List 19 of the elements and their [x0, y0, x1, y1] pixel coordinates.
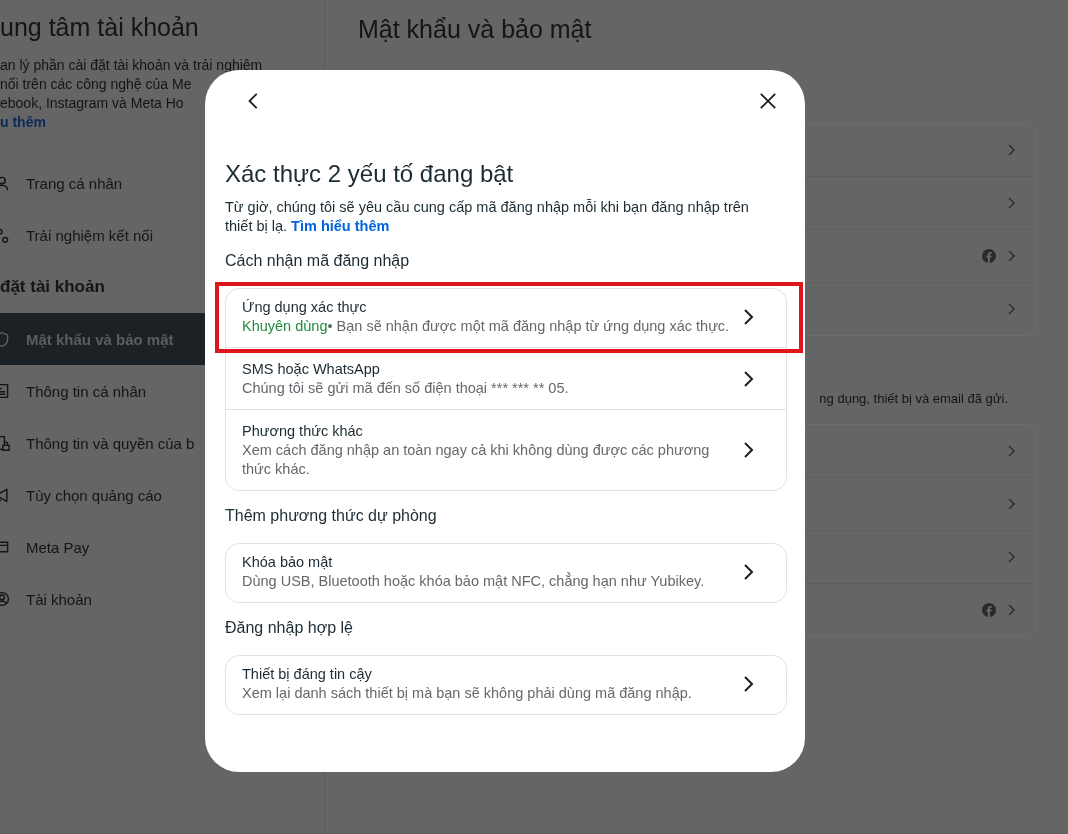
section-header: đặt tài khoản [0, 276, 105, 298]
section-heading: Cách nhận mã đăng nhập [225, 251, 411, 271]
option-description: Xem cách đăng nhập an toàn ngay cả khi không dùng được các phương thức khác. [242, 441, 711, 479]
caption-text: ng dụng, thiết bị và email đã gửi. [818, 390, 1009, 408]
description-line: an lý phần cài đặt tài khoản và trải nghiệm [0, 56, 263, 75]
dialog-title: Xác thực 2 yếu tố đang bật [225, 160, 515, 188]
section-heading: Thêm phương thức dự phòng [225, 506, 438, 526]
option-description: Xem lại danh sách thiết bị mà bạn sẽ không phải dùng mã đăng nhập. [242, 684, 693, 703]
section-title: Mật khẩu và bảo mật [358, 14, 593, 44]
option-description: Dùng USB, Bluetooth hoặc khóa bảo mật NFC, chẳng hạn như Yubikey. [242, 572, 706, 591]
section-heading: Đăng nhập hợp lệ [225, 618, 354, 638]
description-text: Từ giờ, chúng tôi sẽ yêu cầu cung cấp mã đăng nhập mỗi khi bạn đăng nhập trên thiết bị lạ. Tìm hiểu thêm [225, 198, 750, 236]
option-title: Phương thức khác [242, 422, 364, 441]
option-description: Chúng tôi sẽ gửi mã đến số điện thoại *** *** ** 05. [242, 379, 570, 398]
option-title: Thiết bị đáng tin cậy [242, 665, 373, 684]
option-title: Khóa bảo mật [242, 553, 334, 572]
description-line: nối trên các công nghệ của Me [0, 75, 192, 94]
description-line: ebook, Instagram và Meta Ho [0, 94, 184, 113]
page-title: ung tâm tài khoản [0, 12, 199, 42]
